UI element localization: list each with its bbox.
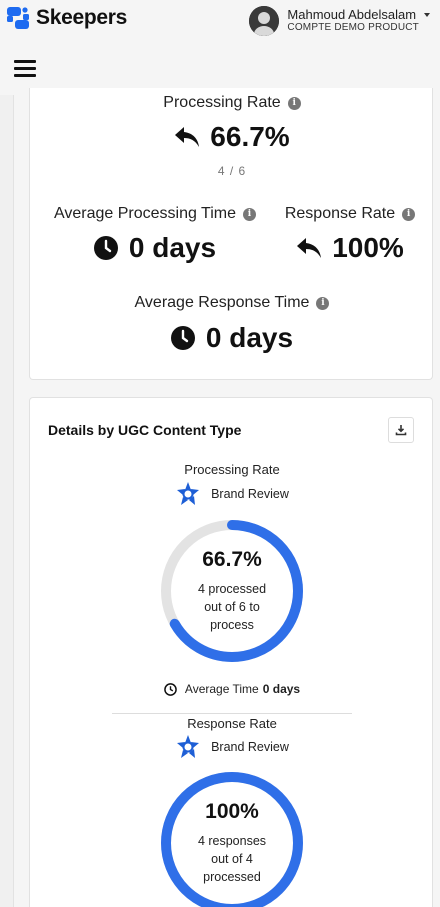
avatar [249, 6, 280, 36]
user-menu[interactable]: Mahmoud Abdelsalam COMPTE DEMO PRODUCT [249, 6, 430, 36]
processing-rate-label: Processing Rate i [30, 94, 434, 112]
top-bar: Skeepers Mahmoud Abdelsalam COMPTE DEMO … [0, 0, 440, 44]
summary-card: Processing Rate i 66.7% 4 / 6 Average Pr… [29, 88, 433, 380]
divider [112, 713, 352, 714]
processing-rate-subtitle: Processing Rate [184, 462, 280, 477]
skeepers-logo-icon [7, 7, 29, 29]
avg-response-time-label: Average Response Time i [30, 294, 434, 312]
details-card: Details by UGC Content Type Processing R… [29, 397, 433, 907]
response-rate-donut: 100% 4 responses out of 4 processed [159, 770, 305, 907]
info-icon[interactable]: i [316, 296, 330, 310]
response-rate-description: 4 responses out of 4 processed [197, 834, 267, 884]
info-icon[interactable]: i [287, 96, 301, 110]
info-icon[interactable]: i [243, 207, 256, 221]
processing-fraction: 4 / 6 [217, 164, 247, 178]
reply-icon [297, 238, 322, 258]
section-title: Details by UGC Content Type [48, 422, 242, 438]
download-icon [395, 425, 407, 436]
brand-logo[interactable]: Skeepers [6, 6, 127, 30]
response-rate-percent: 100% [205, 800, 259, 823]
processing-rate-description: 4 processed out of 6 to process [197, 582, 267, 632]
response-rate-subtitle: Response Rate [187, 716, 277, 731]
response-source: Brand Review [30, 734, 434, 760]
clock-outline-icon [164, 682, 177, 696]
brand-review-icon [177, 735, 200, 758]
processing-rate-donut: 66.7% 4 processed out of 6 to process [159, 518, 305, 664]
avg-processing-time-label: Average Processing Time i [30, 205, 280, 223]
processing-rate-percent: 66.7% [202, 548, 262, 571]
avg-response-time-value: 0 days [30, 322, 434, 354]
processing-rate-value: 66.7% [30, 121, 434, 153]
user-avatar-icon [249, 6, 280, 36]
processing-source: Brand Review [30, 481, 434, 507]
sidebar-collapsed [0, 95, 14, 907]
brand-name: Skeepers [36, 6, 128, 29]
clock-icon [170, 326, 195, 350]
chevron-down-icon [424, 13, 430, 17]
response-rate-label: Response Rate i [266, 205, 434, 223]
response-rate-value: 100% [266, 232, 434, 264]
account-name: COMPTE DEMO PRODUCT [287, 22, 419, 33]
reply-icon [175, 127, 200, 147]
average-time: Average Time 0 days [30, 682, 434, 696]
brand-review-icon [177, 482, 200, 505]
hamburger-menu-icon[interactable] [14, 60, 36, 78]
download-button[interactable] [388, 417, 414, 443]
user-name: Mahmoud Abdelsalam [287, 7, 417, 22]
clock-icon [93, 236, 118, 260]
avg-processing-time-value: 0 days [30, 232, 280, 264]
info-icon[interactable]: i [402, 207, 416, 221]
